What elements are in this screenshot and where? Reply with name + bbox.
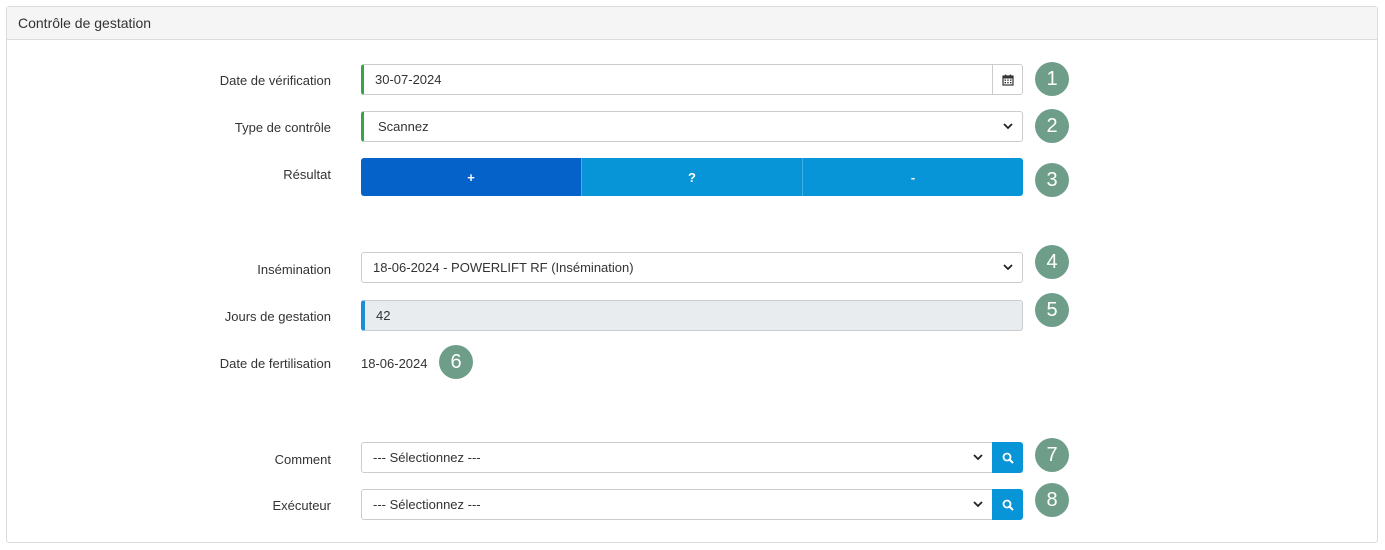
badge-4: 4: [1035, 245, 1069, 279]
panel-title: Contrôle de gestation: [7, 7, 1377, 40]
comment-search-button[interactable]: [992, 442, 1023, 473]
badge-3: 3: [1035, 163, 1069, 197]
insemination-label: Insémination: [257, 262, 331, 277]
fertilization-date-value: 18-06-2024: [361, 356, 428, 371]
result-negative-button[interactable]: -: [802, 158, 1023, 196]
calendar-button[interactable]: [992, 64, 1022, 95]
result-unknown-button[interactable]: ?: [581, 158, 802, 196]
executor-label: Exécuteur: [272, 498, 331, 513]
control-type-select[interactable]: Scannez: [361, 111, 1023, 142]
verification-date-value: 30-07-2024: [375, 72, 442, 87]
result-label: Résultat: [283, 167, 331, 182]
search-icon: [1002, 452, 1014, 464]
executor-value: --- Sélectionnez ---: [373, 497, 481, 512]
verification-date-input[interactable]: 30-07-2024: [361, 64, 1023, 95]
result-positive-button[interactable]: +: [361, 158, 581, 196]
comment-label: Comment: [274, 452, 331, 467]
calendar-icon: [1001, 74, 1014, 86]
badge-1: 1: [1035, 62, 1069, 96]
badge-5: 5: [1035, 293, 1069, 327]
comment-value: --- Sélectionnez ---: [373, 450, 481, 465]
insemination-value: 18-06-2024 - POWERLIFT RF (Insémination): [373, 260, 634, 275]
verification-date-label: Date de vérification: [219, 73, 331, 88]
control-type-label: Type de contrôle: [234, 120, 331, 135]
comment-select[interactable]: --- Sélectionnez ---: [361, 442, 993, 473]
executor-search-button[interactable]: [992, 489, 1023, 520]
gestation-days-value: 42: [376, 308, 391, 323]
executor-select[interactable]: --- Sélectionnez ---: [361, 489, 993, 520]
gestation-days-label: Jours de gestation: [224, 309, 331, 324]
search-icon: [1002, 499, 1014, 511]
badge-6: 6: [439, 345, 473, 379]
badge-8: 8: [1035, 483, 1069, 517]
insemination-select[interactable]: 18-06-2024 - POWERLIFT RF (Insémination): [361, 252, 1023, 283]
chevron-down-icon: [973, 490, 983, 519]
chevron-down-icon: [1003, 112, 1013, 141]
result-toggle-group: + ? -: [361, 158, 1023, 196]
control-type-value: Scannez: [378, 119, 429, 134]
badge-2: 2: [1035, 109, 1069, 143]
chevron-down-icon: [973, 443, 983, 472]
gestation-days-field: 42: [361, 300, 1023, 331]
chevron-down-icon: [1003, 253, 1013, 282]
fertilization-date-label: Date de fertilisation: [219, 356, 331, 371]
badge-7: 7: [1035, 438, 1069, 472]
